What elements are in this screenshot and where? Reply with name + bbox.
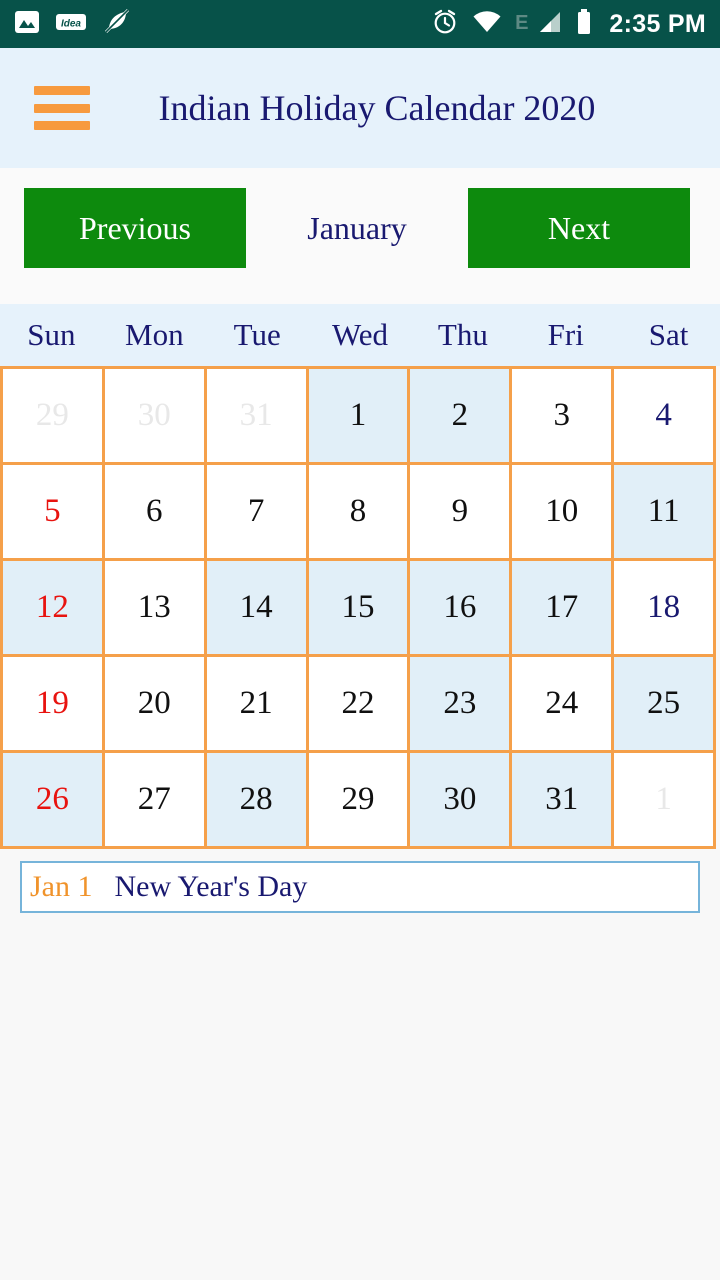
weekday-label-mon: Mon	[125, 317, 184, 352]
calendar-day-cell[interactable]: 25	[614, 657, 717, 753]
month-navigation-bar: Previous January Next	[0, 168, 720, 304]
hamburger-menu-icon[interactable]	[34, 86, 90, 130]
calendar-day-cell[interactable]: 7	[206, 465, 309, 561]
calendar-day-cell[interactable]: 21	[206, 657, 309, 753]
calendar-day-cell[interactable]: 14	[206, 561, 309, 657]
page-title: Indian Holiday Calendar 2020	[158, 88, 596, 128]
calendar-day-cell[interactable]: 12	[3, 561, 105, 657]
alarm-icon	[431, 8, 459, 41]
leaf-muted-icon	[102, 8, 132, 41]
signal-icon	[537, 10, 563, 39]
weekday-label-fri: Fri	[547, 317, 584, 352]
weekday-header-row: Sun Mon Tue Wed Thu Fri Sat	[0, 304, 720, 366]
calendar-day-cell[interactable]: 3	[512, 369, 615, 465]
next-month-button[interactable]: Next	[468, 188, 690, 268]
calendar-day-cell[interactable]: 17	[512, 561, 615, 657]
calendar-day-cell[interactable]: 30	[104, 369, 207, 465]
weekday-label-tue: Tue	[233, 317, 281, 352]
calendar-day-cell[interactable]: 8	[308, 465, 411, 561]
calendar-day-cell[interactable]: 9	[410, 465, 513, 561]
status-bar-right-icons: E 2:35 PM	[431, 8, 706, 41]
weekday-label-sat: Sat	[648, 317, 689, 352]
calendar-day-cell[interactable]: 20	[104, 657, 207, 753]
weekday-label-wed: Wed	[331, 317, 389, 352]
calendar-week-row: 19 20 21 22 23 24 25	[3, 657, 717, 753]
status-bar-clock: 2:35 PM	[609, 9, 706, 38]
wifi-icon	[472, 10, 502, 39]
calendar-day-cell[interactable]: 11	[614, 465, 717, 561]
calendar-week-row: 26 27 28 29 30 31 1	[3, 753, 717, 849]
calendar-day-cell[interactable]: 31	[206, 369, 309, 465]
calendar-day-cell[interactable]: 1	[614, 753, 717, 849]
calendar-day-cell[interactable]: 16	[410, 561, 513, 657]
hamburger-bar-1	[34, 86, 90, 95]
calendar-day-cell[interactable]: 27	[104, 753, 207, 849]
current-month-label: January	[307, 209, 407, 246]
calendar-day-cell[interactable]: 31	[512, 753, 615, 849]
idea-badge-text: Idea	[61, 18, 81, 29]
calendar-week-row: 12 13 14 15 16 17 18	[3, 561, 717, 657]
status-bar-left-icons: Idea	[14, 8, 132, 41]
calendar-day-cell[interactable]: 19	[3, 657, 105, 753]
calendar-day-cell[interactable]: 22	[308, 657, 411, 753]
calendar-day-cell[interactable]: 10	[512, 465, 615, 561]
photo-icon	[14, 9, 40, 40]
calendar-day-cell[interactable]: 18	[614, 561, 717, 657]
calendar-day-cell[interactable]: 5	[3, 465, 105, 561]
previous-month-button[interactable]: Previous	[24, 188, 246, 268]
weekday-label-thu: Thu	[437, 317, 488, 352]
holiday-date: Jan 1	[30, 870, 93, 903]
calendar-day-cell[interactable]: 29	[3, 369, 105, 465]
app-header: Indian Holiday Calendar 2020	[0, 48, 720, 168]
calendar-day-cell[interactable]: 26	[3, 753, 105, 849]
weekday-label-sun: Sun	[27, 317, 76, 352]
calendar-day-cell[interactable]: 24	[512, 657, 615, 753]
holiday-list-item[interactable]: Jan 1 New Year's Day	[20, 861, 700, 913]
calendar-day-cell[interactable]: 13	[104, 561, 207, 657]
battery-icon	[576, 8, 592, 40]
calendar-day-cell[interactable]: 4	[614, 369, 717, 465]
calendar-grid: 29 30 31 1 2 3 4 5 6 7 8 9 10 11 12 13 14 15 16 17 18 19 20 21 2…	[0, 366, 717, 849]
calendar-day-cell[interactable]: 28	[206, 753, 309, 849]
calendar-week-row: 5 6 7 8 9 10 11	[3, 465, 717, 561]
calendar-day-cell[interactable]: 30	[410, 753, 513, 849]
hamburger-bar-2	[34, 103, 90, 113]
calendar-day-cell[interactable]: 29	[308, 753, 411, 849]
calendar-day-cell[interactable]: 6	[104, 465, 207, 561]
calendar-day-cell[interactable]: 2	[410, 369, 513, 465]
status-bar: Idea E 2:35 PM	[0, 0, 720, 48]
calendar-day-cell[interactable]: 15	[308, 561, 411, 657]
holiday-name: New Year's Day	[114, 870, 308, 903]
holiday-list: Jan 1 New Year's Day	[0, 849, 720, 913]
network-type-label: E	[515, 11, 529, 34]
calendar-day-cell[interactable]: 23	[410, 657, 513, 753]
idea-badge-icon: Idea	[56, 12, 86, 37]
hamburger-bar-3	[34, 121, 90, 130]
calendar-day-cell[interactable]: 1	[308, 369, 411, 465]
calendar-week-row: 29 30 31 1 2 3 4	[3, 369, 717, 465]
